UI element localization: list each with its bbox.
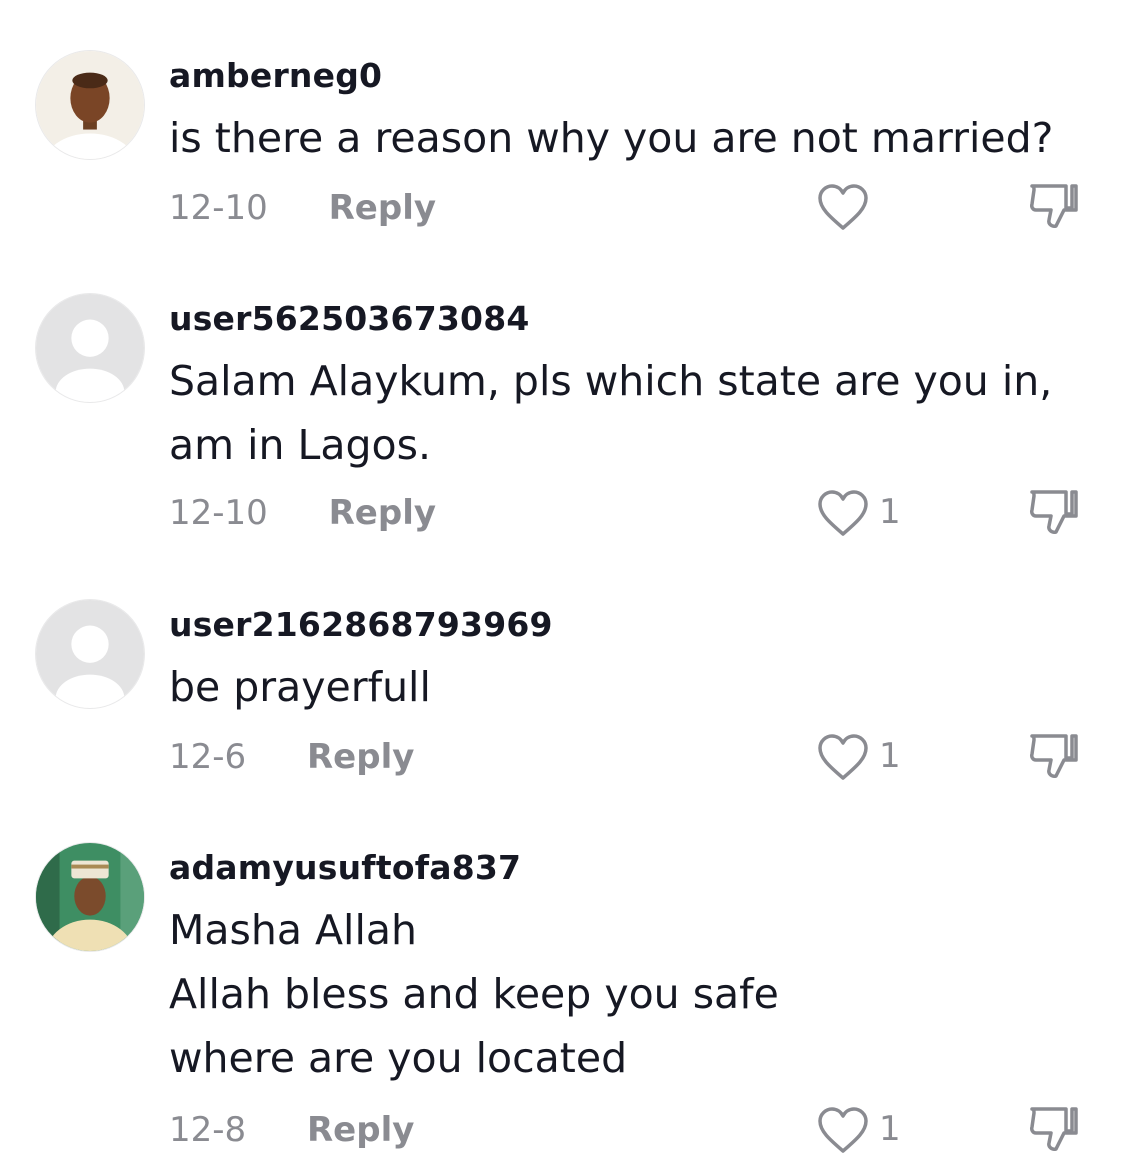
- comment-line: Allah bless and keep you safe: [169, 970, 779, 1018]
- comment-item: adamyusuftofa837 Masha Allah Allah bless…: [0, 842, 1125, 1162]
- avatar[interactable]: [35, 50, 145, 160]
- reply-button[interactable]: Reply: [329, 188, 436, 228]
- comment-text: Masha Allah Allah bless and keep you saf…: [169, 898, 779, 1090]
- like-count: 1: [879, 492, 901, 532]
- comment-meta: 12-8 Reply: [169, 1110, 414, 1150]
- like-button[interactable]: 1: [817, 1105, 917, 1153]
- comment-meta: 12-10 Reply: [169, 188, 436, 228]
- like-count: 1: [879, 1109, 901, 1149]
- comment-line: be prayerfull: [169, 663, 431, 711]
- comment-meta: 12-10 Reply: [169, 493, 436, 533]
- heart-outline-icon: [818, 184, 868, 230]
- comment-item: user562503673084 Salam Alaykum, pls whic…: [0, 293, 1125, 553]
- reply-button[interactable]: Reply: [307, 737, 414, 777]
- comment-username[interactable]: user2162868793969: [169, 605, 553, 644]
- comment-username[interactable]: adamyusuftofa837: [169, 848, 521, 887]
- reply-button[interactable]: Reply: [307, 1110, 414, 1150]
- comment-date: 12-10: [169, 188, 268, 228]
- heart-outline-icon: [818, 490, 868, 536]
- comment-meta: 12-6 Reply: [169, 737, 414, 777]
- comment-item: amberneg0 is there a reason why you are …: [0, 50, 1125, 250]
- comment-item: user2162868793969 be prayerfull 12-6 Rep…: [0, 599, 1125, 799]
- dislike-button[interactable]: [1026, 730, 1082, 782]
- comment-line: Salam Alaykum, pls which state are you i…: [169, 357, 1053, 405]
- default-avatar-icon: [36, 600, 144, 708]
- heart-outline-icon: [818, 1107, 868, 1153]
- comment-line: is there a reason why you are not marrie…: [169, 114, 1054, 162]
- dislike-button[interactable]: [1026, 180, 1082, 232]
- avatar-photo: [36, 51, 144, 159]
- comment-date: 12-6: [169, 737, 247, 777]
- like-button[interactable]: 1: [817, 488, 917, 536]
- avatar[interactable]: [35, 599, 145, 709]
- default-avatar-icon: [36, 294, 144, 402]
- comment-date: 12-10: [169, 493, 268, 533]
- like-count: 1: [879, 736, 901, 776]
- avatar[interactable]: [35, 842, 145, 952]
- thumbs-down-icon: [1030, 1107, 1078, 1151]
- thumbs-down-icon: [1030, 184, 1078, 228]
- avatar-photo: [36, 843, 144, 951]
- avatar[interactable]: [35, 293, 145, 403]
- comment-username[interactable]: user562503673084: [169, 299, 530, 338]
- thumbs-down-icon: [1030, 490, 1078, 534]
- like-button[interactable]: 1: [817, 732, 917, 780]
- like-button[interactable]: [817, 182, 917, 230]
- comment-text: be prayerfull: [169, 655, 431, 719]
- comment-text: is there a reason why you are not marrie…: [169, 106, 1053, 170]
- comment-line: where are you located: [169, 1034, 628, 1082]
- thumbs-down-icon: [1030, 734, 1078, 778]
- comment-line: Masha Allah: [169, 906, 417, 954]
- heart-outline-icon: [818, 734, 868, 780]
- comment-text: Salam Alaykum, pls which state are you i…: [169, 349, 1052, 477]
- comment-line: am in Lagos.: [169, 421, 431, 469]
- comment-date: 12-8: [169, 1110, 247, 1150]
- dislike-button[interactable]: [1026, 1103, 1082, 1155]
- comment-username[interactable]: amberneg0: [169, 56, 382, 95]
- dislike-button[interactable]: [1026, 486, 1082, 538]
- reply-button[interactable]: Reply: [329, 493, 436, 533]
